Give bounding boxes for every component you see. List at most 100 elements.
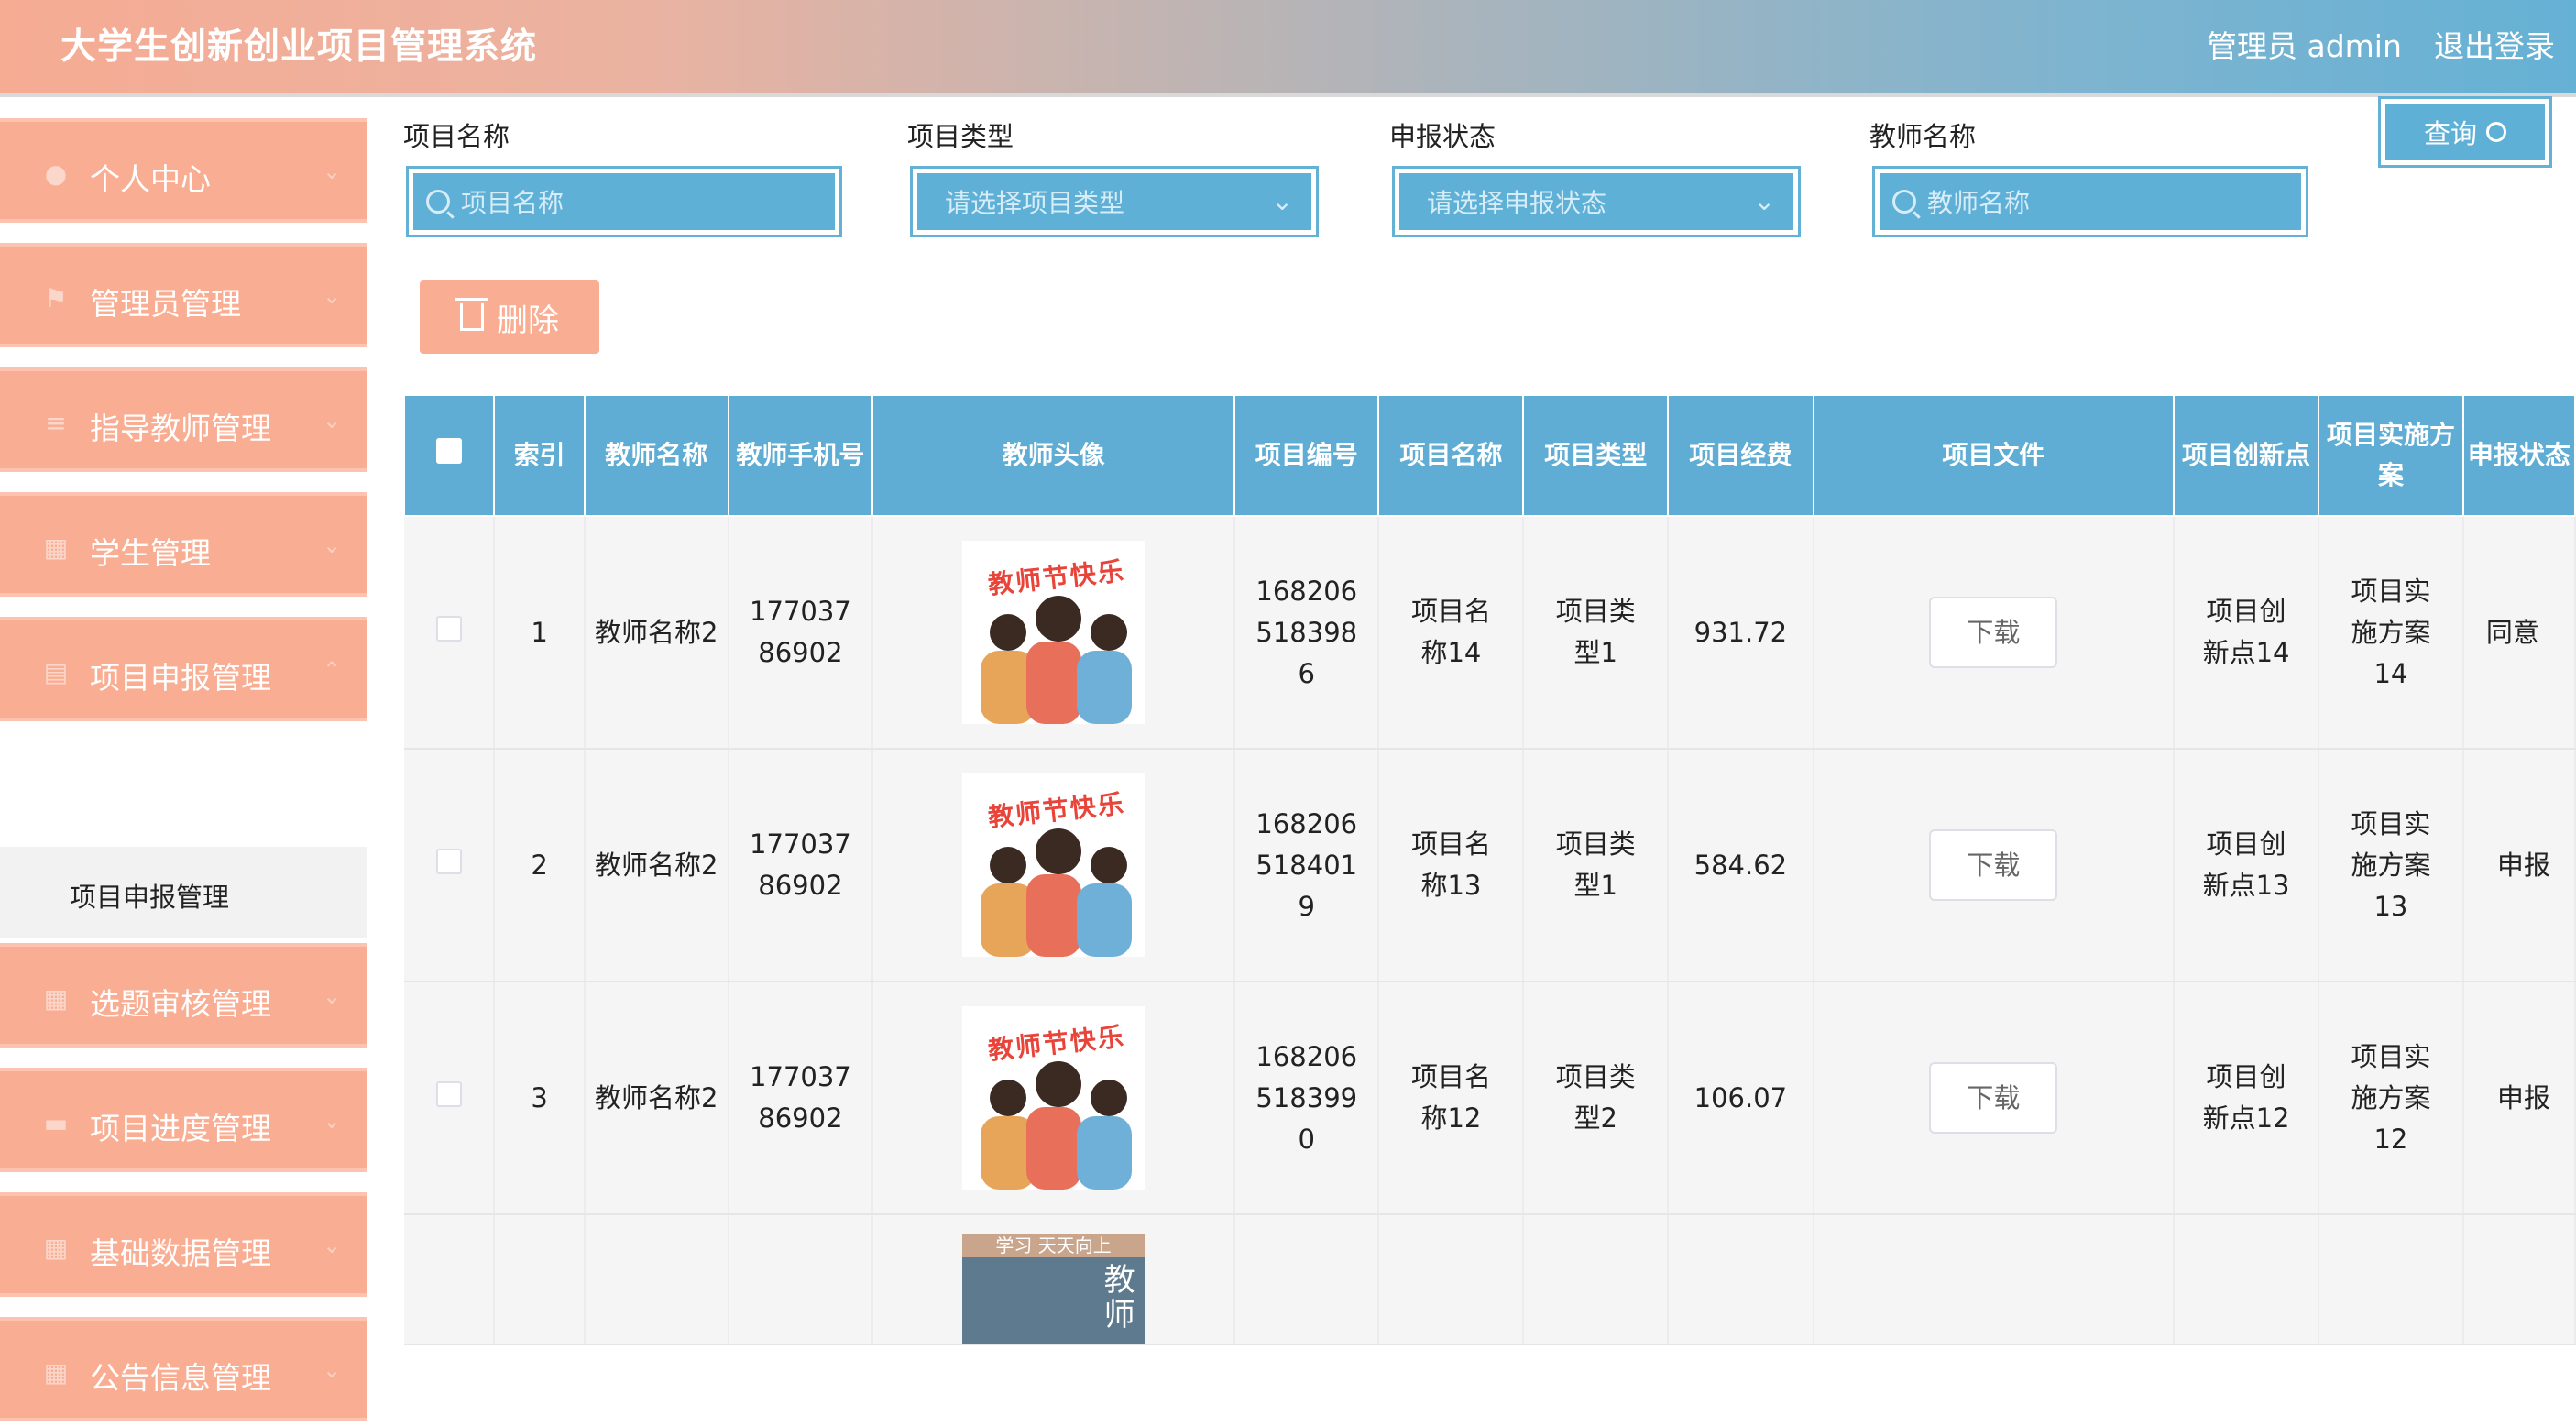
cell-name: 项目名称12 [1378, 982, 1525, 1215]
logout-link[interactable]: 退出登录 [2434, 22, 2555, 66]
main-content: 项目名称 项目名称 项目类型 请选择项目类型 ⌄ 申报状态 请选择申报状态 ⌄ 教师… [367, 96, 2576, 1345]
sidebar-item-notice[interactable]: ▦ 公告信息管理 ⌄ [0, 1312, 367, 1426]
apply-status-select[interactable]: 请选择申报状态 ⌄ [1392, 166, 1801, 237]
filter-status-label: 申报状态 [1389, 121, 1496, 152]
col-plan: 项目实施方案 [2317, 394, 2464, 517]
cell-teacher: 教师名称2 [584, 516, 729, 750]
cell-plan: 项目实施方案14 [2318, 516, 2464, 750]
cell-avatar: 教师节快乐 [872, 749, 1236, 982]
col-project-file: 项目文件 [1812, 394, 2176, 517]
chevron-down-icon: ⌄ [323, 408, 342, 433]
teacher-avatar-image: 教师节快乐 [961, 1006, 1145, 1190]
search-icon [1892, 190, 1916, 214]
cell-code: 1682065184019 [1234, 749, 1380, 982]
cell-empty [2174, 1214, 2319, 1345]
cell-empty [1523, 1214, 1670, 1345]
cell-empty [494, 1214, 586, 1345]
cell-name: 项目名称13 [1378, 749, 1525, 982]
sidebar-item-label: 学生管理 [90, 535, 211, 571]
delete-button[interactable]: 删除 [420, 280, 599, 354]
cell-fund: 931.72 [1668, 516, 1814, 750]
cell-file: 下载 [1813, 749, 2176, 982]
trash-icon [455, 298, 488, 331]
cell-phone: 17703786902 [728, 982, 874, 1215]
select-placeholder: 请选择申报状态 [1427, 188, 1607, 218]
grid-icon: ▦ [43, 983, 69, 1014]
cell-index: 1 [494, 516, 586, 750]
row-checkbox[interactable] [404, 516, 496, 750]
cell-code: 1682065183986 [1234, 516, 1380, 750]
sidebar-item-label: 选题审核管理 [90, 986, 271, 1022]
cell-file: 下载 [1813, 982, 2176, 1215]
cell-avatar: 教师节快乐 [872, 982, 1236, 1215]
chevron-up-icon: ⌃ [323, 657, 342, 683]
col-project-type: 项目类型 [1522, 394, 1670, 517]
teacher-avatar-image: 学习 天天向上 教师 [961, 1234, 1145, 1343]
col-index: 索引 [493, 394, 586, 517]
user-icon: ● [44, 159, 68, 189]
cell-index: 2 [494, 749, 586, 982]
teacher-avatar-image: 教师节快乐 [961, 541, 1145, 724]
sidebar-item-admin[interactable]: ⚑ 管理员管理 ⌄ [0, 238, 367, 352]
col-status: 申报状态 [2461, 394, 2576, 517]
chevron-down-icon: ⌄ [323, 159, 342, 184]
col-teacher-phone: 教师手机号 [727, 394, 874, 517]
table-header-row: 索引 教师名称 教师手机号 教师头像 项目编号 项目名称 项目类型 项目经费 项… [402, 394, 2576, 517]
select-all-checkbox[interactable] [402, 394, 496, 517]
sidebar-item-personal[interactable]: ● 个人中心 ⌄ [0, 114, 367, 227]
flag-icon: ⚑ [44, 283, 68, 313]
project-name-input[interactable]: 项目名称 [406, 166, 842, 237]
grid-icon: ▦ [43, 532, 69, 563]
cell-empty [1813, 1214, 2176, 1345]
sidebar-subitem-label: 项目申报管理 [70, 882, 230, 913]
cell-empty [1234, 1214, 1380, 1345]
cell-innovation: 项目创新点13 [2174, 749, 2319, 982]
sidebar-item-progress[interactable]: ▬ 项目进度管理 ⌄ [0, 1063, 367, 1177]
table-row: 1 教师名称2 17703786902 教师节快乐 1682065183986 … [404, 516, 2576, 750]
sidebar-item-label: 项目申报管理 [90, 660, 271, 696]
sidebar-item-topic-review[interactable]: ▦ 选题审核管理 ⌄ [0, 938, 367, 1052]
chat-icon: ▬ [43, 1108, 69, 1138]
cell-innovation: 项目创新点14 [2174, 516, 2319, 750]
cell-type: 项目类型1 [1523, 749, 1670, 982]
query-button[interactable]: 查询 [2378, 96, 2552, 168]
cell-plan: 项目实施方案12 [2318, 982, 2464, 1215]
cell-empty [2318, 1214, 2464, 1345]
app-title: 大学生创新创业项目管理系统 [60, 27, 538, 68]
download-button[interactable]: 下载 [1929, 1062, 2058, 1134]
grid-icon: ▦ [43, 1357, 69, 1388]
teacher-name-input[interactable]: 教师名称 [1872, 166, 2308, 237]
sidebar-item-students[interactable]: ▦ 学生管理 ⌄ [0, 488, 367, 601]
row-checkbox[interactable] [404, 982, 496, 1215]
col-project-code: 项目编号 [1233, 394, 1380, 517]
chevron-down-icon: ⌄ [323, 1108, 342, 1134]
cell-empty [1378, 1214, 1525, 1345]
sidebar-item-teachers[interactable]: ≡ 指导教师管理 ⌄ [0, 363, 367, 477]
table-row: 2 教师名称2 17703786902 教师节快乐 1682065184019 … [404, 749, 2576, 982]
cell-fund: 584.62 [1668, 749, 1814, 982]
cell-status: 申报 [2462, 749, 2576, 982]
download-button[interactable]: 下载 [1929, 829, 2058, 901]
cell-innovation: 项目创新点12 [2174, 982, 2319, 1215]
chevron-down-icon: ⌄ [323, 532, 342, 558]
chevron-down-icon: ⌄ [1271, 186, 1293, 216]
filter-name-label: 项目名称 [403, 121, 510, 152]
chevron-down-icon: ⌄ [1753, 186, 1775, 216]
cell-type: 项目类型1 [1523, 516, 1670, 750]
cell-empty [584, 1214, 729, 1345]
download-button[interactable]: 下载 [1929, 597, 2058, 668]
sidebar-item-base-data[interactable]: ▦ 基础数据管理 ⌄ [0, 1188, 367, 1301]
sidebar: ● 个人中心 ⌄ ⚑ 管理员管理 ⌄ ≡ 指导教师管理 ⌄ ▦ 学生管理 ⌄ ▤ 项目申报管理 ⌃ … [0, 97, 367, 1426]
col-project-name: 项目名称 [1377, 394, 1525, 517]
sidebar-subitem-project-apply[interactable]: 项目申报管理 [0, 847, 367, 938]
row-checkbox[interactable] [404, 749, 496, 982]
search-icon [2486, 122, 2506, 142]
chevron-down-icon: ⌄ [323, 1357, 342, 1383]
input-placeholder: 项目名称 [461, 188, 565, 218]
cell-phone: 17703786902 [728, 749, 874, 982]
project-type-select[interactable]: 请选择项目类型 ⌄ [910, 166, 1319, 237]
cell-avatar: 教师节快乐 [872, 516, 1236, 750]
sidebar-item-project-apply[interactable]: ▤ 项目申报管理 ⌃ [0, 612, 367, 726]
chevron-down-icon: ⌄ [323, 983, 342, 1009]
sidebar-item-label: 公告信息管理 [90, 1360, 271, 1396]
